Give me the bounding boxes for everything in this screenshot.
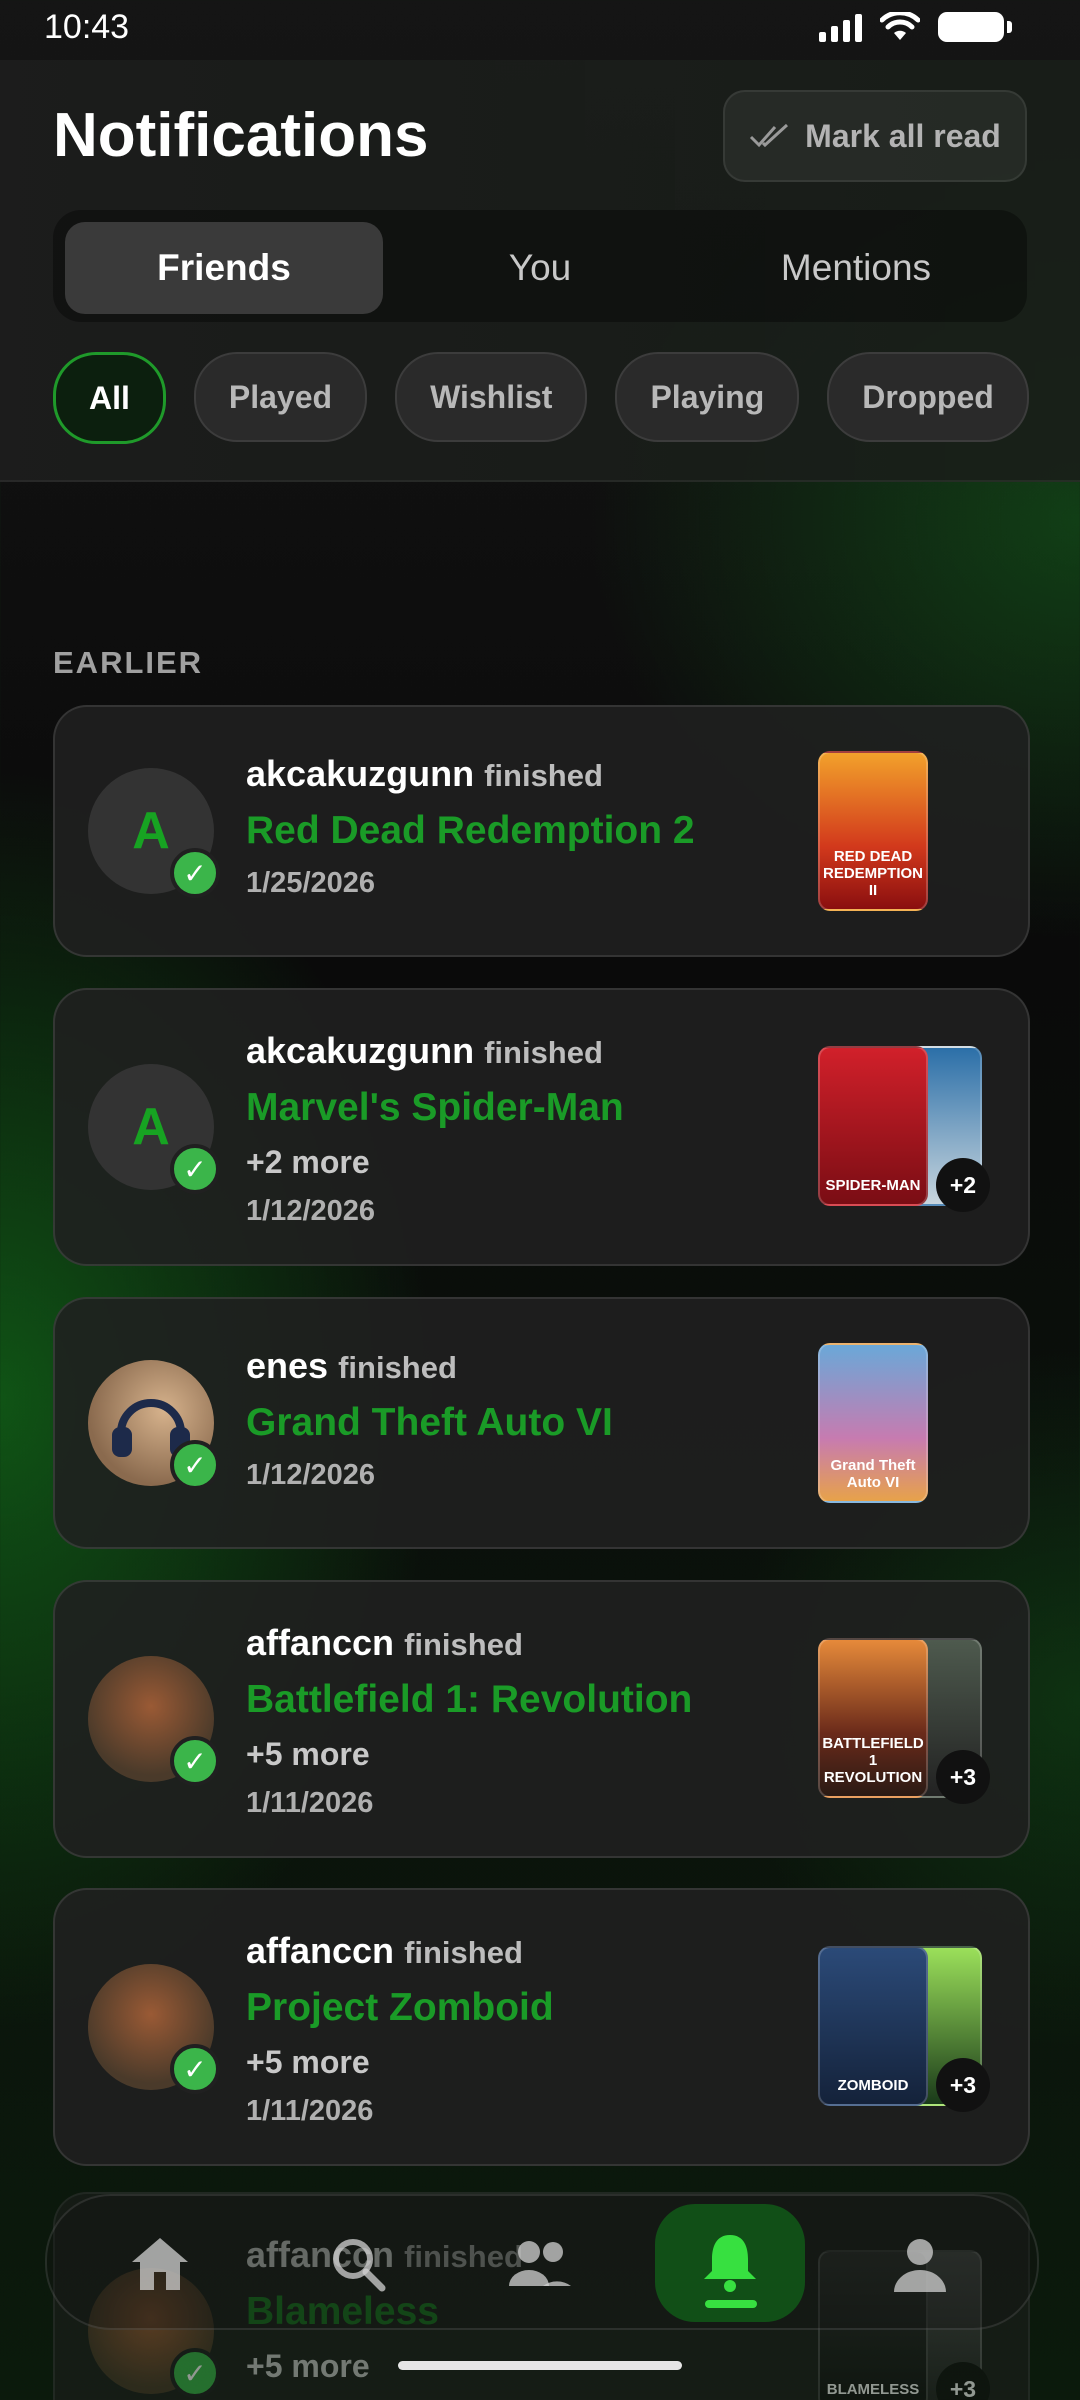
page-title: Notifications bbox=[53, 101, 429, 170]
check-icon: ✓ bbox=[170, 1440, 220, 1490]
game-title[interactable]: Battlefield 1: Revolution bbox=[246, 1678, 692, 1722]
action-verb: finished bbox=[484, 758, 603, 793]
nav-home[interactable] bbox=[85, 2214, 235, 2314]
status-time: 10:43 bbox=[44, 8, 130, 46]
avatar[interactable]: A ✓ bbox=[88, 768, 220, 898]
cover-image: ZOMBOID bbox=[818, 1946, 928, 2106]
date: 1/12/2026 bbox=[246, 1195, 376, 1227]
section-label: EARLIER bbox=[53, 645, 204, 680]
notification-card[interactable]: ✓ affanccn finished Project Zomboid +5 m… bbox=[53, 1888, 1030, 2166]
home-icon bbox=[132, 2238, 188, 2290]
username[interactable]: enes bbox=[246, 1345, 328, 1386]
notification-card[interactable]: ✓ enes finished Grand Theft Auto VI 1/12… bbox=[53, 1297, 1030, 1549]
filter-dropped[interactable]: Dropped bbox=[827, 352, 1029, 442]
check-icon: ✓ bbox=[170, 2348, 220, 2398]
filter-all[interactable]: All bbox=[53, 352, 166, 444]
check-icon: ✓ bbox=[170, 848, 220, 898]
date: 1/25/2026 bbox=[246, 867, 376, 899]
game-title[interactable]: Marvel's Spider-Man bbox=[246, 1086, 624, 1130]
notification-card[interactable]: A ✓ akcakuzgunn finished Red Dead Redemp… bbox=[53, 705, 1030, 957]
cover-image: Grand Theft Auto VI bbox=[818, 1343, 928, 1503]
date: 1/12/2026 bbox=[246, 1459, 376, 1491]
tab-friends[interactable]: Friends bbox=[65, 222, 383, 314]
username[interactable]: affanccn bbox=[246, 1930, 394, 1971]
check-icon: ✓ bbox=[170, 1736, 220, 1786]
game-title[interactable]: Grand Theft Auto VI bbox=[246, 1401, 613, 1445]
tab-you[interactable]: You bbox=[381, 222, 699, 314]
more-count: +5 more bbox=[246, 1736, 370, 1772]
game-cover[interactable]: RED DEAD REDEMPTION II bbox=[818, 751, 982, 911]
home-indicator[interactable] bbox=[398, 2361, 682, 2370]
game-title[interactable]: Project Zomboid bbox=[246, 1986, 554, 2030]
tab-mentions[interactable]: Mentions bbox=[697, 222, 1015, 314]
username[interactable]: affanccn bbox=[246, 1622, 394, 1663]
cover-text: RED DEAD REDEMPTION II bbox=[822, 848, 923, 899]
more-count: +5 more bbox=[246, 2044, 370, 2080]
wifi-icon bbox=[880, 12, 920, 40]
filter-playing[interactable]: Playing bbox=[615, 352, 800, 442]
game-title[interactable]: Red Dead Redemption 2 bbox=[246, 809, 695, 853]
extra-count-badge: +3 bbox=[936, 2058, 990, 2112]
filter-chips: All Played Wishlist Playing Dropped bbox=[53, 352, 1029, 444]
cover-text: BLAMELESS bbox=[826, 2381, 920, 2398]
username[interactable]: akcakuzgunn bbox=[246, 753, 474, 794]
notification-card[interactable]: A ✓ akcakuzgunn finished Marvel's Spider… bbox=[53, 988, 1030, 1266]
extra-count-badge: +3 bbox=[936, 1750, 990, 1804]
mark-all-read-button[interactable]: Mark all read bbox=[723, 90, 1027, 182]
status-icons bbox=[819, 12, 1012, 42]
game-cover[interactable]: SPIDER-MAN +2 bbox=[818, 1046, 990, 1212]
profile-icon bbox=[894, 2239, 946, 2292]
cover-text: SPIDER-MAN bbox=[825, 1177, 921, 1194]
nav-profile[interactable] bbox=[845, 2214, 995, 2314]
header: Notifications Mark all read Friends You … bbox=[0, 60, 1080, 482]
nav-active-indicator bbox=[705, 2300, 757, 2308]
avatar[interactable]: ✓ bbox=[88, 1360, 220, 1490]
nav-search[interactable] bbox=[283, 2214, 433, 2314]
battery-icon bbox=[938, 12, 1012, 42]
avatar-letter: A bbox=[132, 802, 170, 860]
more-count: +2 more bbox=[246, 1144, 370, 1180]
action-verb: finished bbox=[484, 1035, 603, 1070]
date: 1/11/2026 bbox=[246, 1787, 374, 1819]
avatar[interactable]: ✓ bbox=[88, 1656, 220, 1786]
cover-text: BATTLEFIELD 1 REVOLUTION bbox=[822, 1735, 924, 1786]
filter-wishlist[interactable]: Wishlist bbox=[395, 352, 588, 442]
extra-count-badge: +2 bbox=[936, 1158, 990, 1212]
friends-icon bbox=[509, 2241, 571, 2286]
double-check-icon bbox=[750, 123, 789, 148]
filter-played[interactable]: Played bbox=[193, 352, 368, 442]
action-verb: finished bbox=[338, 1350, 457, 1385]
status-bar: 10:43 bbox=[0, 0, 1080, 60]
action-verb: finished bbox=[404, 1627, 523, 1662]
username[interactable]: akcakuzgunn bbox=[246, 1030, 474, 1071]
avatar[interactable]: A ✓ bbox=[88, 1064, 220, 1194]
bottom-nav bbox=[45, 2194, 1039, 2330]
mark-all-read-label: Mark all read bbox=[805, 117, 1001, 154]
nav-notifications[interactable] bbox=[655, 2204, 805, 2322]
avatar[interactable]: ✓ bbox=[88, 1964, 220, 2094]
cover-image: BATTLEFIELD 1 REVOLUTION bbox=[818, 1638, 928, 1798]
cover-image: SPIDER-MAN bbox=[818, 1046, 928, 1206]
game-cover[interactable]: ZOMBOID +3 bbox=[818, 1946, 990, 2112]
action-verb: finished bbox=[404, 1935, 523, 1970]
search-icon bbox=[333, 2239, 386, 2292]
nav-friends[interactable] bbox=[465, 2214, 615, 2314]
tab-bar: Friends You Mentions bbox=[53, 210, 1027, 322]
signal-icon bbox=[819, 12, 862, 42]
cover-text: Grand Theft Auto VI bbox=[830, 1457, 916, 1491]
check-icon: ✓ bbox=[170, 1144, 220, 1194]
date: 1/11/2026 bbox=[246, 2095, 374, 2127]
cover-text: ZOMBOID bbox=[837, 2077, 909, 2094]
avatar-letter: A bbox=[132, 1098, 170, 1156]
cover-image: RED DEAD REDEMPTION II bbox=[818, 751, 928, 911]
bell-icon bbox=[704, 2235, 756, 2292]
game-cover[interactable]: Grand Theft Auto VI bbox=[818, 1343, 982, 1503]
notification-card[interactable]: ✓ affanccn finished Battlefield 1: Revol… bbox=[53, 1580, 1030, 1858]
game-cover[interactable]: BATTLEFIELD 1 REVOLUTION +3 bbox=[818, 1638, 990, 1804]
check-icon: ✓ bbox=[170, 2044, 220, 2094]
